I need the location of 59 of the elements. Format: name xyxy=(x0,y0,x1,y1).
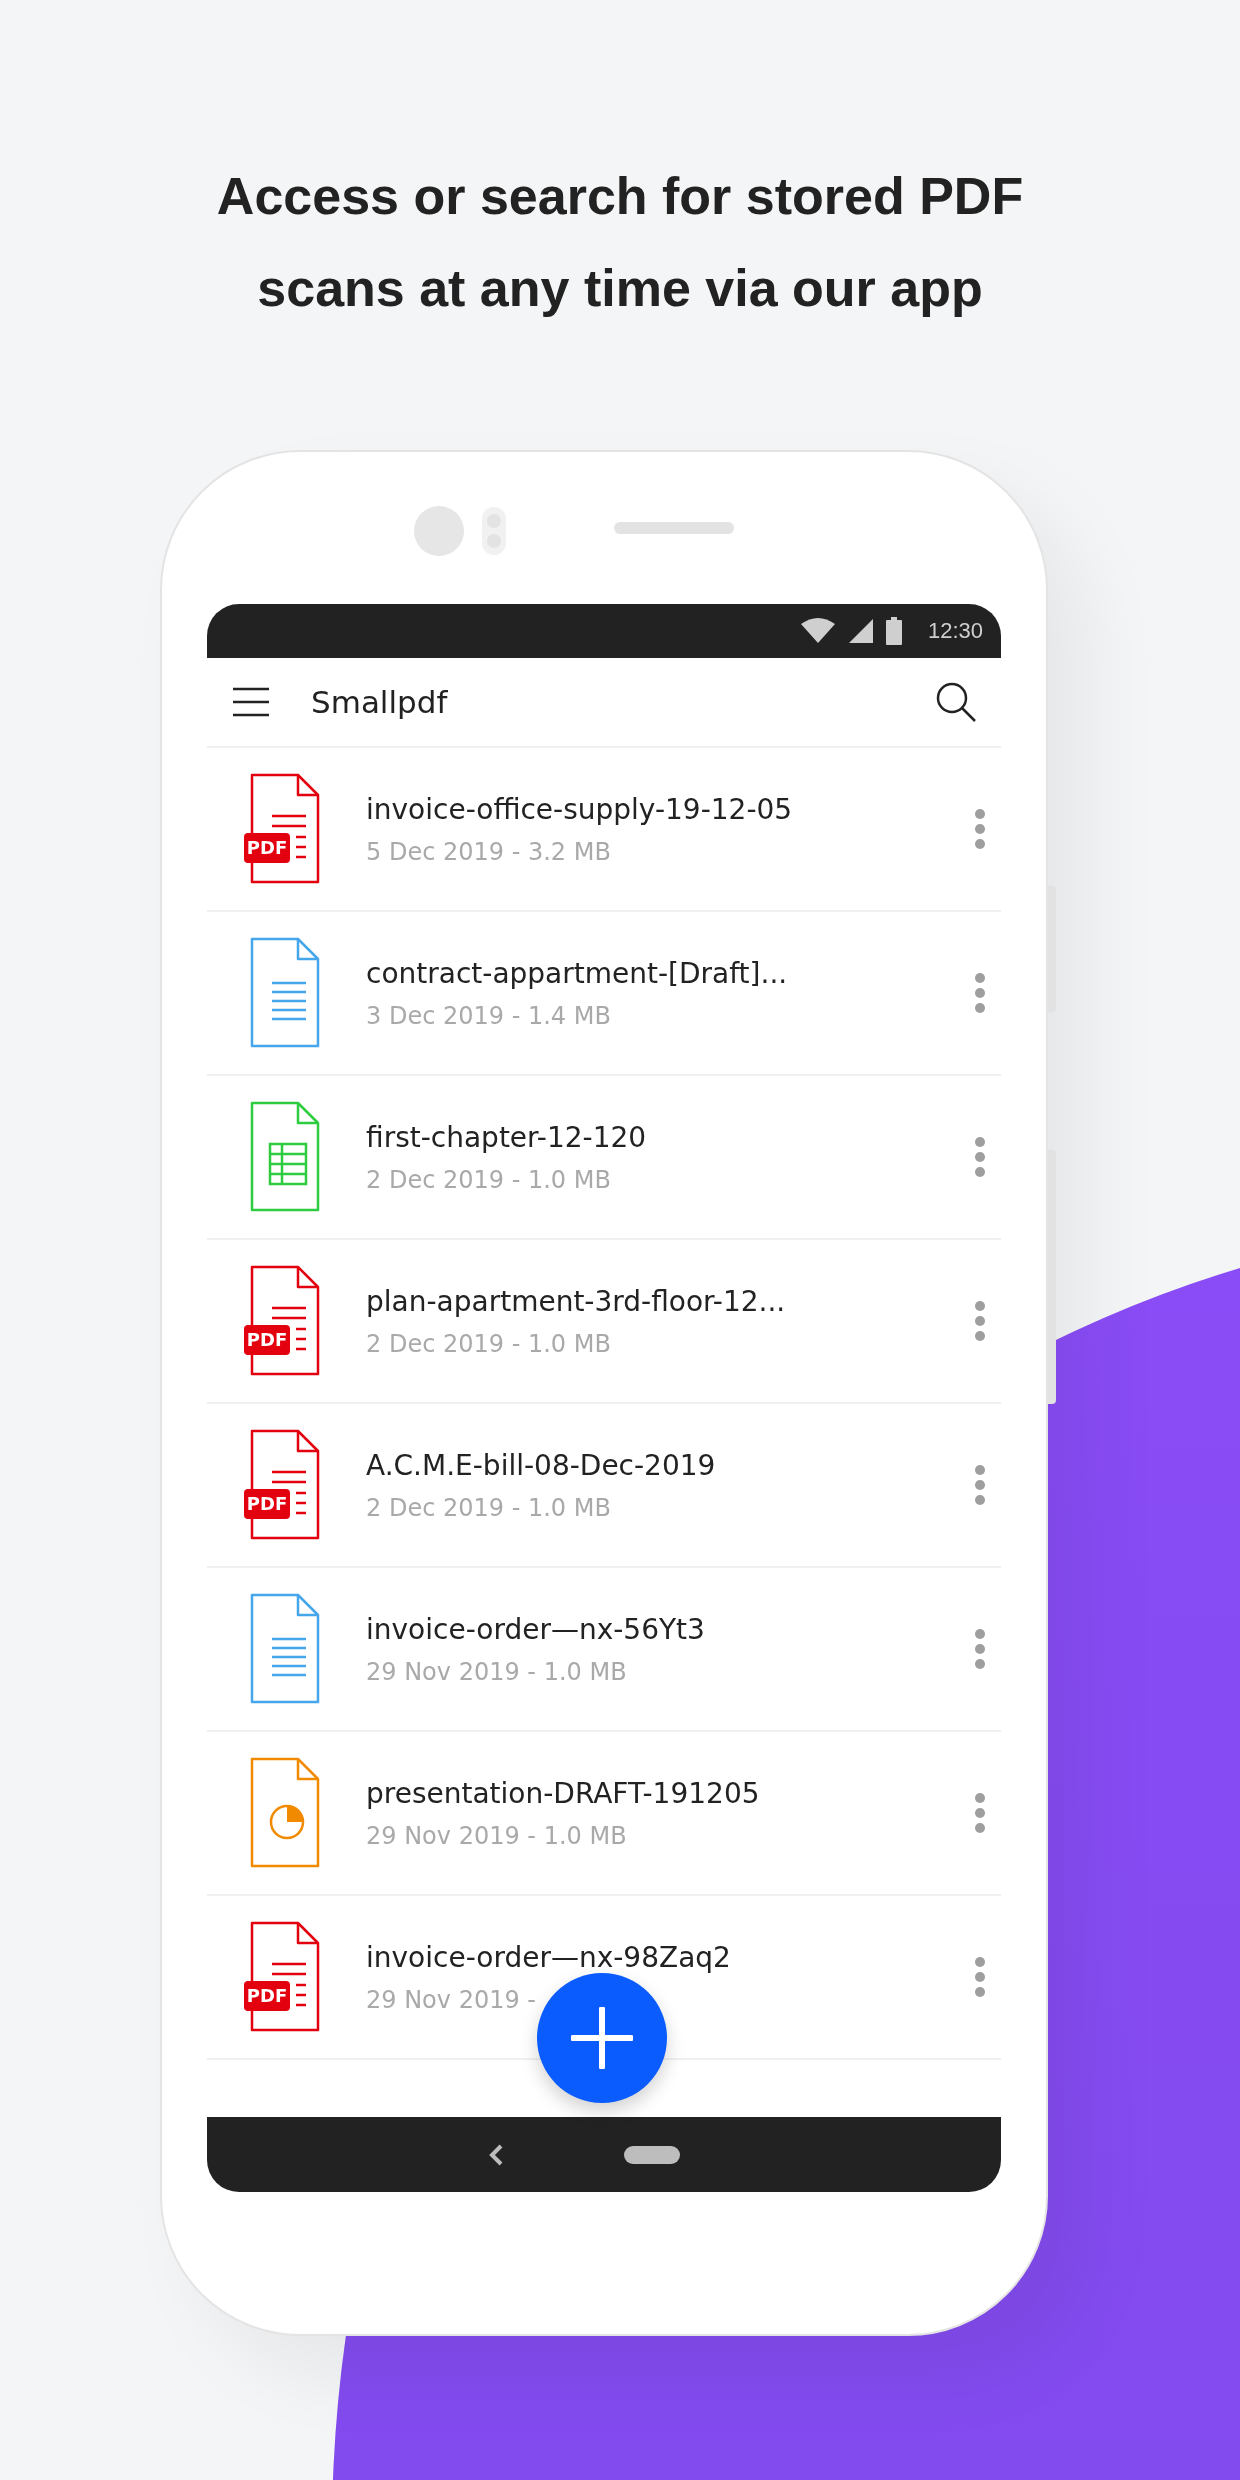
app-title: Smallpdf xyxy=(311,684,449,720)
file-name: A.C.M.E-bill-08-Dec-2019 xyxy=(366,1448,716,1482)
more-icon xyxy=(973,1135,987,1179)
file-row[interactable]: contract-appartment-[Draft]... 3 Dec 2019 - 1.4 MB xyxy=(207,912,1001,1076)
file-details: 29 Nov 2019 - xyxy=(366,1985,536,2014)
more-icon xyxy=(973,971,987,1015)
sensor xyxy=(482,507,506,555)
pdf-badge: PDF xyxy=(244,1489,290,1519)
file-details: 29 Nov 2019 - 1.0 MB xyxy=(366,1821,627,1850)
pdf-badge: PDF xyxy=(244,1325,290,1355)
search-button[interactable] xyxy=(935,681,977,723)
more-button[interactable] xyxy=(973,1955,987,1999)
file-row[interactable]: presentation-DRAFT-191205 29 Nov 2019 - 1.0 MB xyxy=(207,1732,1001,1896)
file-details: 2 Dec 2019 - 1.0 MB xyxy=(366,1493,611,1522)
file-details: 3 Dec 2019 - 1.4 MB xyxy=(366,1001,611,1030)
more-icon xyxy=(973,1463,987,1507)
more-icon xyxy=(973,807,987,851)
file-row[interactable]: first-chapter-12-120 2 Dec 2019 - 1.0 MB xyxy=(207,1076,1001,1240)
file-name: invoice-office-supply-19-12-05 xyxy=(366,792,793,826)
status-time: 12:30 xyxy=(927,618,983,644)
more-button[interactable] xyxy=(973,1463,987,1507)
file-name: presentation-DRAFT-191205 xyxy=(366,1776,760,1810)
file-row[interactable]: PDF A.C.M.E-bill-08-Dec-2019 2 Dec 2019 - 1.0 MB xyxy=(207,1404,1001,1568)
more-icon xyxy=(973,1955,987,1999)
more-button[interactable] xyxy=(973,1791,987,1835)
signal-icon xyxy=(847,618,874,644)
more-button[interactable] xyxy=(973,1627,987,1671)
file-name: invoice-order—nx-56Yt3 xyxy=(366,1612,705,1646)
headline: Access or search for stored PDF scans at any time via our app xyxy=(215,166,1025,319)
menu-button[interactable] xyxy=(233,687,269,717)
more-button[interactable] xyxy=(973,971,987,1015)
file-row[interactable]: invoice-order—nx-56Yt3 29 Nov 2019 - 1.0 MB xyxy=(207,1568,1001,1732)
more-button[interactable] xyxy=(973,1299,987,1343)
file-name: plan-apartment-3rd-floor-12... xyxy=(366,1284,786,1318)
file-name: first-chapter-12-120 xyxy=(366,1120,647,1154)
file-name: contract-appartment-[Draft]... xyxy=(366,956,788,990)
menu-icon xyxy=(233,687,269,717)
file-details: 5 Dec 2019 - 3.2 MB xyxy=(366,837,611,866)
back-button[interactable] xyxy=(488,2142,504,2167)
back-icon xyxy=(488,2142,504,2167)
pdf-badge: PDF xyxy=(244,1981,290,2011)
file-row[interactable]: PDF plan-apartment-3rd-floor-12... 2 Dec 2019 - 1.0 MB xyxy=(207,1240,1001,1404)
file-details: 2 Dec 2019 - 1.0 MB xyxy=(366,1329,611,1358)
more-icon xyxy=(973,1299,987,1343)
camera-lens xyxy=(414,506,464,556)
home-button[interactable] xyxy=(624,2145,680,2164)
battery-icon xyxy=(885,617,902,645)
wifi-icon xyxy=(799,618,836,644)
plus-icon xyxy=(571,2007,633,2069)
more-button[interactable] xyxy=(973,807,987,851)
file-row[interactable]: PDF invoice-office-supply-19-12-05 5 Dec 2019 - 3.2 MB xyxy=(207,748,1001,912)
file-name: invoice-order—nx-98Zaq2 xyxy=(366,1940,731,1974)
more-icon xyxy=(973,1627,987,1671)
more-button[interactable] xyxy=(973,1135,987,1179)
file-details: 29 Nov 2019 - 1.0 MB xyxy=(366,1657,627,1686)
file-details: 2 Dec 2019 - 1.0 MB xyxy=(366,1165,611,1194)
search-icon xyxy=(935,681,977,723)
pdf-badge: PDF xyxy=(244,833,290,863)
more-icon xyxy=(973,1791,987,1835)
